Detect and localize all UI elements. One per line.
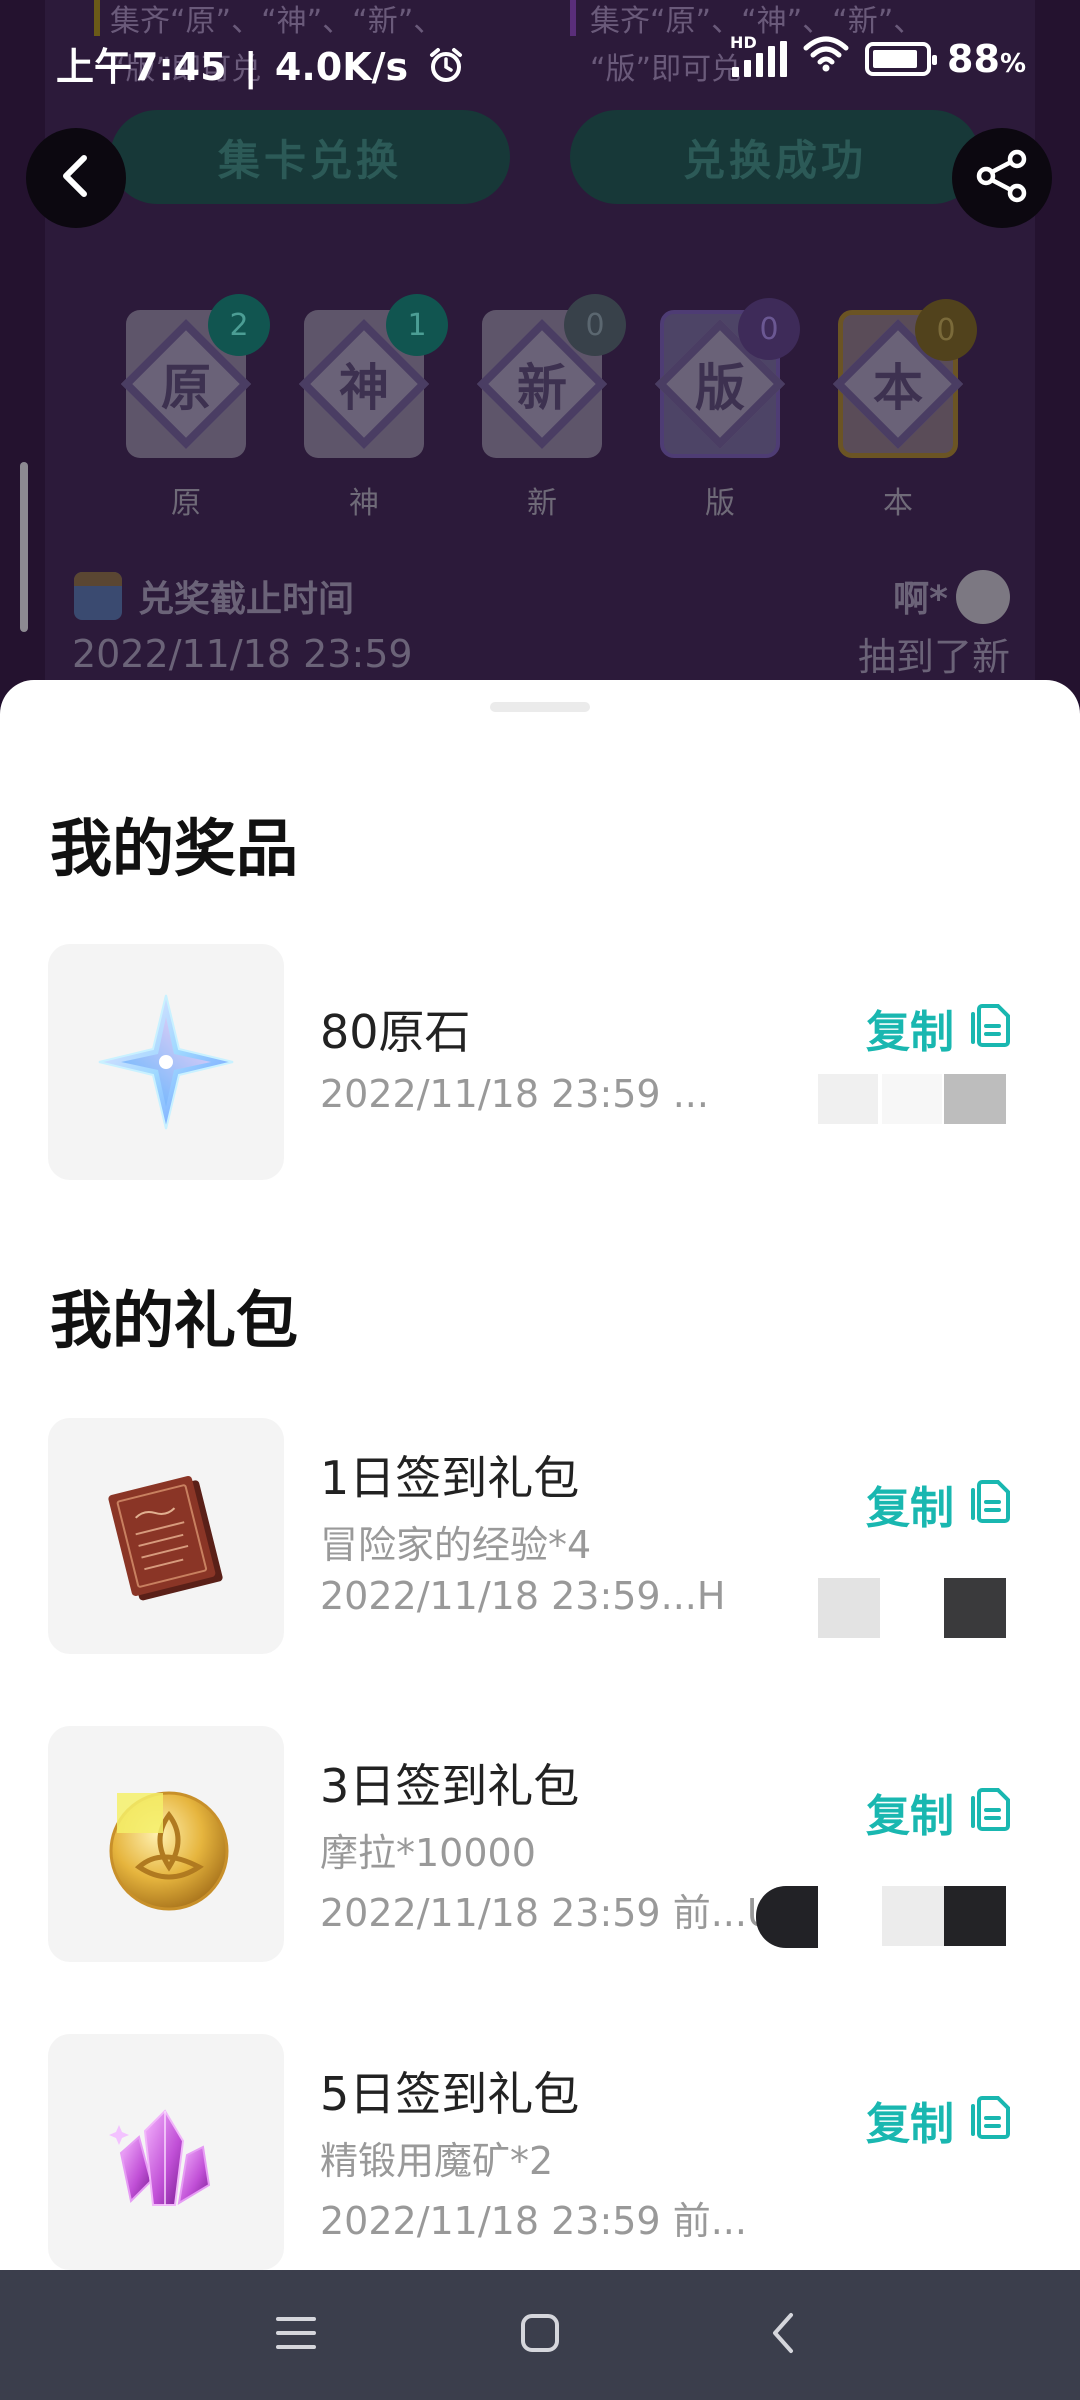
share-icon bbox=[973, 147, 1031, 209]
sheet-drag-handle[interactable] bbox=[490, 702, 590, 712]
copy-button[interactable]: 复制 bbox=[866, 1472, 1012, 1536]
primogem-thumbnail bbox=[48, 944, 284, 1180]
status-right: HD 88% bbox=[730, 33, 1026, 81]
card-label: 神 bbox=[349, 486, 379, 521]
feed-user-name: 啊* bbox=[893, 579, 948, 620]
copy-label: 复制 bbox=[866, 1791, 954, 1842]
net-speed: 4.0K/s bbox=[274, 45, 409, 89]
redacted-code bbox=[882, 1886, 944, 1946]
card-yuan: 原 2 bbox=[120, 294, 270, 458]
card-slot-yuan: 原 2 原 bbox=[120, 294, 270, 522]
copy-icon bbox=[968, 1474, 1012, 1535]
system-nav-bar bbox=[0, 2270, 1080, 2400]
gift-name: 3日签到礼包 bbox=[320, 1759, 580, 1813]
card-label: 新 bbox=[527, 486, 557, 521]
status-bar: 上午7:45 | 4.0K/s HD 88% bbox=[0, 30, 1080, 96]
battery-percent: 88% bbox=[947, 36, 1026, 81]
back-chevron-icon bbox=[769, 2311, 799, 2359]
card-count-badge: 0 bbox=[915, 299, 977, 361]
exchange-success-button: 兑换成功 bbox=[570, 110, 980, 204]
redacted-code bbox=[882, 1074, 942, 1124]
card-count-badge: 0 bbox=[738, 298, 800, 360]
copy-label: 复制 bbox=[866, 2099, 954, 2150]
primogem-icon bbox=[98, 994, 234, 1130]
scroll-indicator bbox=[20, 462, 28, 632]
list-item: 80原石 2022/11/18 23:59 ... 复制 bbox=[48, 944, 1038, 1180]
copy-label: 复制 bbox=[866, 1007, 954, 1058]
card-slot-shen: 神 1 神 bbox=[298, 294, 448, 522]
card-label: 原 bbox=[171, 486, 201, 521]
gift-date: 2022/11/18 23:59...H bbox=[320, 1574, 726, 1618]
gift-name: 1日签到礼包 bbox=[320, 1451, 580, 1505]
card-slot-ban: 版 0 版 bbox=[654, 298, 800, 522]
card-ban: 版 0 bbox=[654, 298, 800, 458]
list-item: 3日签到礼包 摩拉*10000 2022/11/18 23:59 前...U 复… bbox=[48, 1726, 1038, 1962]
copy-button[interactable]: 复制 bbox=[866, 996, 1012, 1060]
status-separator: | bbox=[243, 45, 258, 89]
redacted-code bbox=[944, 1886, 1006, 1946]
gift-description: 摩拉*10000 bbox=[320, 1831, 536, 1875]
nav-back-button[interactable] bbox=[754, 2310, 814, 2360]
prizes-section-title: 我的奖品 bbox=[50, 812, 299, 885]
redacted-code bbox=[944, 1074, 1006, 1124]
menu-icon bbox=[274, 2313, 318, 2357]
card-xin: 新 0 bbox=[476, 294, 626, 458]
copy-icon bbox=[968, 1782, 1012, 1843]
battery-icon bbox=[865, 41, 938, 76]
feed-text: 抽到了新 bbox=[857, 635, 1010, 679]
copy-icon bbox=[968, 2090, 1012, 2151]
nav-menu-button[interactable] bbox=[266, 2310, 326, 2360]
list-item: 5日签到礼包 精锻用魔矿*2 2022/11/18 23:59 前... 复制 bbox=[48, 2034, 1038, 2270]
background-app: 集齐“原”、“神”、“新”、 “版”即可兑 集齐“原”、“神”、“新”、 “版”… bbox=[0, 0, 1080, 700]
redacted-code bbox=[756, 1886, 818, 1948]
mora-coin-icon bbox=[109, 1791, 229, 1911]
card-count-badge: 1 bbox=[386, 294, 448, 356]
card-shen: 神 1 bbox=[298, 294, 448, 458]
gift-date: 2022/11/18 23:59 前... bbox=[320, 2199, 747, 2243]
share-button[interactable] bbox=[952, 128, 1052, 228]
alarm-icon bbox=[427, 46, 465, 93]
card-label: 本 bbox=[883, 486, 913, 521]
gift-thumbnail bbox=[48, 1726, 284, 1962]
deadline-label: 兑奖截止时间 bbox=[138, 579, 355, 620]
gift-thumbnail bbox=[48, 2034, 284, 2270]
prize-date: 2022/11/18 23:59 ... bbox=[320, 1072, 709, 1116]
copy-button[interactable]: 复制 bbox=[866, 1780, 1012, 1844]
back-button[interactable] bbox=[26, 128, 126, 228]
gift-description: 冒险家的经验*4 bbox=[320, 1523, 592, 1567]
card-slot-ben: 本 0 本 bbox=[832, 299, 977, 522]
redacted-code bbox=[818, 1578, 880, 1638]
gift-name: 5日签到礼包 bbox=[320, 2067, 580, 2121]
calendar-icon bbox=[74, 572, 122, 620]
card-count-badge: 0 bbox=[564, 294, 626, 356]
copy-button[interactable]: 复制 bbox=[866, 2088, 1012, 2152]
copy-label: 复制 bbox=[866, 1483, 954, 1534]
adventurer-book-icon bbox=[108, 1475, 223, 1601]
status-time: 上午7:45 bbox=[56, 45, 227, 89]
gift-description: 精锻用魔矿*2 bbox=[320, 2139, 554, 2183]
exchange-cards-button: 集卡兑换 bbox=[110, 110, 510, 204]
prizes-bottom-sheet: 我的奖品 80原石 2022/11/18 23:59 ... 复制 我的礼包 1… bbox=[0, 680, 1080, 2270]
gift-thumbnail bbox=[48, 1418, 284, 1654]
redacted-code bbox=[944, 1578, 1006, 1638]
home-square-icon bbox=[519, 2312, 561, 2358]
card-slot-xin: 新 0 新 bbox=[476, 294, 626, 522]
redacted-code bbox=[818, 1074, 878, 1124]
signal-icon: HD bbox=[730, 33, 788, 77]
avatar bbox=[956, 570, 1010, 624]
deadline-date: 2022/11/18 23:59 bbox=[72, 632, 413, 676]
card-ben: 本 0 bbox=[832, 299, 977, 458]
wifi-icon bbox=[803, 36, 849, 81]
list-item: 1日签到礼包 冒险家的经验*4 2022/11/18 23:59...H 复制 bbox=[48, 1418, 1038, 1654]
card-count-badge: 2 bbox=[208, 294, 270, 356]
chevron-left-icon bbox=[56, 152, 96, 204]
card-label: 版 bbox=[705, 486, 735, 521]
gifts-section-title: 我的礼包 bbox=[50, 1284, 299, 1357]
copy-icon bbox=[968, 998, 1012, 1059]
nav-home-button[interactable] bbox=[510, 2310, 570, 2360]
gift-date: 2022/11/18 23:59 前...U bbox=[320, 1891, 775, 1935]
enhancement-ore-icon bbox=[109, 2109, 211, 2206]
prize-name: 80原石 bbox=[320, 1005, 471, 1059]
status-left: 上午7:45 | 4.0K/s bbox=[56, 36, 465, 93]
